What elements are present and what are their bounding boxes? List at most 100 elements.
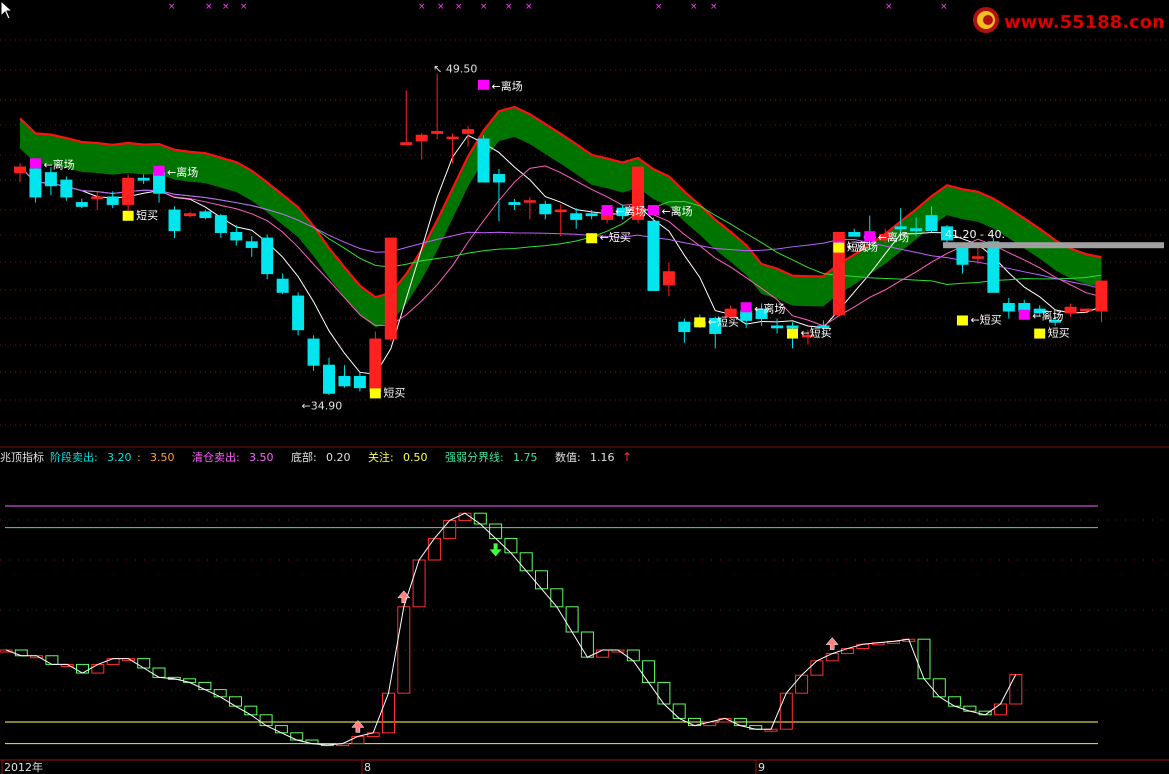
candle-body xyxy=(384,237,397,340)
osc-bar xyxy=(259,714,273,727)
sell-label: ←离场 xyxy=(492,79,523,93)
candle-body xyxy=(1095,280,1108,312)
candle-body xyxy=(307,338,320,366)
annotation-labels: ←离场←离场短买←离场←离场 ←离场←短买←离场←短买←短买←离场←离场短买←短买… xyxy=(43,62,1164,412)
indicator-info-bar: 兆顶指标 阶段卖出: 3.20:3.50 清仓卖出: 3.50 底部: 0.20 关注: 0.5… xyxy=(0,450,632,464)
candle-body xyxy=(554,209,567,213)
low-price-label: ←34.90 xyxy=(302,399,343,412)
candle-body xyxy=(462,129,475,134)
candle-body xyxy=(122,177,135,205)
osc-bar xyxy=(213,689,227,698)
candle-body xyxy=(400,142,413,146)
candle-body xyxy=(14,166,26,174)
candle-body xyxy=(848,231,861,237)
candle-body xyxy=(492,174,505,183)
top-marker: × xyxy=(885,2,893,12)
indicator-item-label: 关注: xyxy=(368,450,394,464)
buy-label: 短买 xyxy=(383,385,405,399)
buy-marker xyxy=(122,210,134,221)
osc-bar xyxy=(948,696,962,707)
watermark-text: www.55188.com xyxy=(1004,12,1163,33)
osc-bar xyxy=(91,663,105,674)
indicator-item-value: 3.50 xyxy=(150,451,175,464)
sell-marker xyxy=(153,165,165,176)
osc-bar xyxy=(1009,673,1023,705)
candle-body xyxy=(446,136,459,140)
chart-canvas: × × × × × × × × × × × × × × × ←离场←离场短买←离场←离场 ←离场←短买←离场←… xyxy=(0,2,1169,774)
osc-bar xyxy=(519,552,533,572)
candle-body xyxy=(539,203,552,215)
candle-body xyxy=(1064,306,1077,314)
candle-body xyxy=(353,375,366,389)
candle-body xyxy=(585,213,598,217)
indicator-item-value: 3.50 xyxy=(249,451,274,464)
candle-body xyxy=(956,246,969,265)
top-marker: × xyxy=(437,2,445,12)
candle-body xyxy=(245,241,258,248)
osc-bar xyxy=(856,643,870,650)
osc-bar xyxy=(427,537,441,561)
candle-body xyxy=(44,172,57,187)
osc-bar xyxy=(397,606,411,694)
candlestick-series xyxy=(14,73,1108,396)
candle-body xyxy=(477,138,490,183)
sell-label: ←离场 xyxy=(754,301,785,315)
buy-marker xyxy=(586,233,598,244)
candle-body xyxy=(647,220,660,291)
sell-label: ←离场 xyxy=(878,230,909,244)
osc-bar xyxy=(565,606,579,633)
top-marker: × xyxy=(690,2,698,12)
osc-bar xyxy=(550,588,564,608)
x-axis-label: 8 xyxy=(364,761,371,774)
top-marker: × xyxy=(710,2,718,12)
indicator-item-value: 1.75 xyxy=(513,451,538,464)
osc-bar xyxy=(672,703,686,719)
top-marker: × xyxy=(240,2,248,12)
candle-body xyxy=(168,209,181,232)
sell-label: ←离场 xyxy=(1032,309,1063,323)
candle-body xyxy=(292,295,305,331)
osc-bar xyxy=(810,660,824,676)
indicator-item-label: : xyxy=(137,451,141,464)
high-price-label: ↖ 49.50 xyxy=(433,62,477,75)
indicator-item-label: 阶段卖出: xyxy=(50,450,98,464)
candle-body xyxy=(60,179,73,198)
osc-bar xyxy=(229,696,242,707)
sell-label: ←离场 xyxy=(167,165,198,179)
osc-bar xyxy=(535,570,548,590)
candle-body xyxy=(1002,303,1015,312)
candle-body xyxy=(29,168,42,198)
candle-body xyxy=(199,211,212,219)
osc-bar xyxy=(489,523,503,539)
candle-body xyxy=(910,228,923,232)
candle-body xyxy=(508,202,521,205)
sell-marker xyxy=(478,79,489,90)
candle-body xyxy=(1080,308,1093,312)
osc-bar xyxy=(994,703,1007,716)
top-marker: × xyxy=(455,2,463,12)
candle-body xyxy=(570,213,583,220)
buy-label: 短买 xyxy=(1048,326,1070,340)
candle-body xyxy=(261,237,274,275)
down-arrow-icon xyxy=(489,543,502,557)
top-marker: × xyxy=(655,2,663,12)
top-marker: × xyxy=(940,2,948,12)
oscillator-panel xyxy=(0,505,1169,747)
osc-bar xyxy=(45,655,59,665)
osc-bar xyxy=(412,559,426,608)
buy-label: ←短买 xyxy=(600,230,631,244)
osc-line xyxy=(5,512,1017,746)
buy-label: 短买 xyxy=(136,208,158,222)
buy-marker xyxy=(694,317,706,328)
buy-label: ←短买 xyxy=(801,326,832,340)
indicator-item-value: 1.16 xyxy=(590,451,615,464)
indicator-name: 兆顶指标 xyxy=(0,450,44,464)
buy-label: ←短买 xyxy=(970,312,1001,326)
value-tag-bar xyxy=(943,242,1164,249)
indicator-item-value: 0.50 xyxy=(403,451,428,464)
osc-bar xyxy=(443,519,457,539)
osc-bar xyxy=(642,660,656,683)
candle-body xyxy=(740,310,753,321)
sell-label: ←离场 xyxy=(43,157,74,171)
osc-bar xyxy=(198,681,212,691)
